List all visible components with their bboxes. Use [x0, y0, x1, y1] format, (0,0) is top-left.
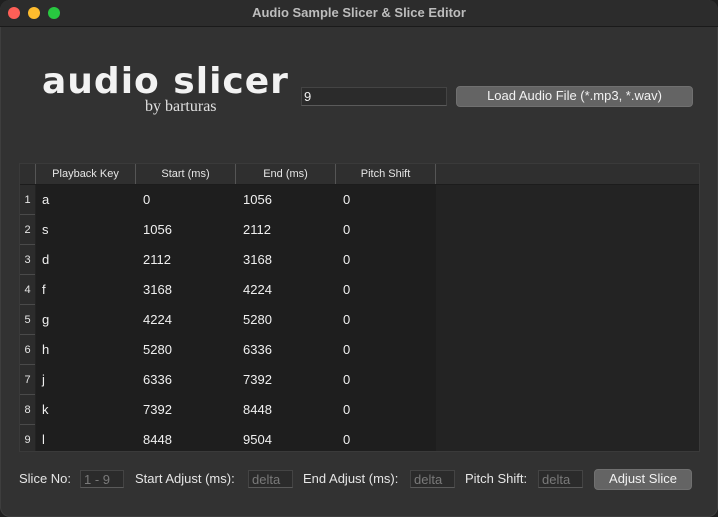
row-cells: g 4224 5280 0 — [36, 305, 436, 335]
load-audio-file-button[interactable]: Load Audio File (*.mp3, *.wav) — [456, 86, 693, 107]
cell-start[interactable]: 8448 — [143, 425, 172, 451]
slice-no-input[interactable] — [80, 470, 124, 488]
row-number[interactable]: 3 — [20, 245, 35, 275]
cell-playback-key[interactable]: j — [42, 365, 45, 395]
end-adjust-input[interactable] — [410, 470, 455, 488]
row-cells: l 8448 9504 0 — [36, 425, 436, 451]
cell-end[interactable]: 8448 — [243, 395, 272, 425]
slice-count-input[interactable] — [301, 87, 447, 106]
cell-end[interactable]: 7392 — [243, 365, 272, 395]
cell-playback-key[interactable]: f — [42, 275, 46, 305]
table-row[interactable]: 8 k 7392 8448 0 — [20, 395, 699, 425]
cell-pitch-shift[interactable]: 0 — [343, 425, 350, 451]
window-title: Audio Sample Slicer & Slice Editor — [252, 5, 466, 20]
row-number[interactable]: 5 — [20, 305, 35, 335]
row-cells: s 1056 2112 0 — [36, 215, 436, 245]
table-row[interactable]: 4 f 3168 4224 0 — [20, 275, 699, 305]
cell-playback-key[interactable]: s — [42, 215, 49, 245]
cell-start[interactable]: 2112 — [143, 245, 171, 275]
table-body: 1 a 0 1056 0 2 s 1056 2112 0 3 d 2112 31… — [20, 185, 699, 451]
app-logo-byline: by barturas — [145, 98, 217, 115]
cell-playback-key[interactable]: l — [42, 425, 45, 451]
table-corner[interactable] — [20, 164, 36, 184]
pitch-shift-input[interactable] — [538, 470, 583, 488]
cell-start[interactable]: 3168 — [143, 275, 172, 305]
table-row[interactable]: 3 d 2112 3168 0 — [20, 245, 699, 275]
cell-start[interactable]: 0 — [143, 185, 150, 215]
cell-end[interactable]: 5280 — [243, 305, 272, 335]
row-cells: j 6336 7392 0 — [36, 365, 436, 395]
cell-end[interactable]: 1056 — [243, 185, 272, 215]
row-number[interactable]: 9 — [20, 425, 35, 451]
cell-playback-key[interactable]: d — [42, 245, 49, 275]
row-number[interactable]: 2 — [20, 215, 35, 245]
cell-pitch-shift[interactable]: 0 — [343, 185, 350, 215]
title-bar: Audio Sample Slicer & Slice Editor — [0, 0, 718, 27]
table-header: Playback Key Start (ms) End (ms) Pitch S… — [20, 164, 699, 185]
cell-playback-key[interactable]: h — [42, 335, 49, 365]
cell-playback-key[interactable]: a — [42, 185, 49, 215]
cell-pitch-shift[interactable]: 0 — [343, 365, 350, 395]
row-cells: f 3168 4224 0 — [36, 275, 436, 305]
table-row[interactable]: 7 j 6336 7392 0 — [20, 365, 699, 395]
app-window: Audio Sample Slicer & Slice Editor audio… — [0, 0, 718, 517]
column-header-end[interactable]: End (ms) — [236, 164, 336, 184]
cell-pitch-shift[interactable]: 0 — [343, 395, 350, 425]
start-adjust-label: Start Adjust (ms): — [135, 471, 235, 486]
cell-pitch-shift[interactable]: 0 — [343, 305, 350, 335]
slice-table: Playback Key Start (ms) End (ms) Pitch S… — [19, 163, 700, 452]
row-cells: d 2112 3168 0 — [36, 245, 436, 275]
row-cells: h 5280 6336 0 — [36, 335, 436, 365]
table-row[interactable]: 6 h 5280 6336 0 — [20, 335, 699, 365]
cell-pitch-shift[interactable]: 0 — [343, 335, 350, 365]
slice-no-label: Slice No: — [19, 471, 72, 486]
cell-end[interactable]: 4224 — [243, 275, 272, 305]
row-number[interactable]: 4 — [20, 275, 35, 305]
row-number[interactable]: 8 — [20, 395, 35, 425]
cell-end[interactable]: 6336 — [243, 335, 272, 365]
cell-start[interactable]: 1056 — [143, 215, 172, 245]
cell-pitch-shift[interactable]: 0 — [343, 275, 350, 305]
cell-pitch-shift[interactable]: 0 — [343, 215, 350, 245]
cell-playback-key[interactable]: k — [42, 395, 49, 425]
row-cells: a 0 1056 0 — [36, 185, 436, 215]
row-number[interactable]: 1 — [20, 185, 35, 215]
app-logo: audio slicer — [42, 61, 289, 102]
table-row[interactable]: 9 l 8448 9504 0 — [20, 425, 699, 451]
cell-playback-key[interactable]: g — [42, 305, 49, 335]
adjust-slice-button[interactable]: Adjust Slice — [594, 469, 692, 490]
cell-end[interactable]: 2112 — [243, 215, 271, 245]
cell-pitch-shift[interactable]: 0 — [343, 245, 350, 275]
column-header-start[interactable]: Start (ms) — [136, 164, 236, 184]
cell-start[interactable]: 5280 — [143, 335, 172, 365]
table-row[interactable]: 2 s 1056 2112 0 — [20, 215, 699, 245]
end-adjust-label: End Adjust (ms): — [303, 471, 399, 486]
column-header-playback-key[interactable]: Playback Key — [36, 164, 136, 184]
column-header-pitch-shift[interactable]: Pitch Shift — [336, 164, 436, 184]
cell-end[interactable]: 9504 — [243, 425, 272, 451]
cell-start[interactable]: 4224 — [143, 305, 172, 335]
table-row[interactable]: 5 g 4224 5280 0 — [20, 305, 699, 335]
cell-start[interactable]: 7392 — [143, 395, 172, 425]
cell-end[interactable]: 3168 — [243, 245, 272, 275]
table-row[interactable]: 1 a 0 1056 0 — [20, 185, 699, 215]
row-number[interactable]: 7 — [20, 365, 35, 395]
start-adjust-input[interactable] — [248, 470, 293, 488]
cell-start[interactable]: 6336 — [143, 365, 172, 395]
row-number[interactable]: 6 — [20, 335, 35, 365]
pitch-shift-label: Pitch Shift: — [465, 471, 528, 486]
row-cells: k 7392 8448 0 — [36, 395, 436, 425]
